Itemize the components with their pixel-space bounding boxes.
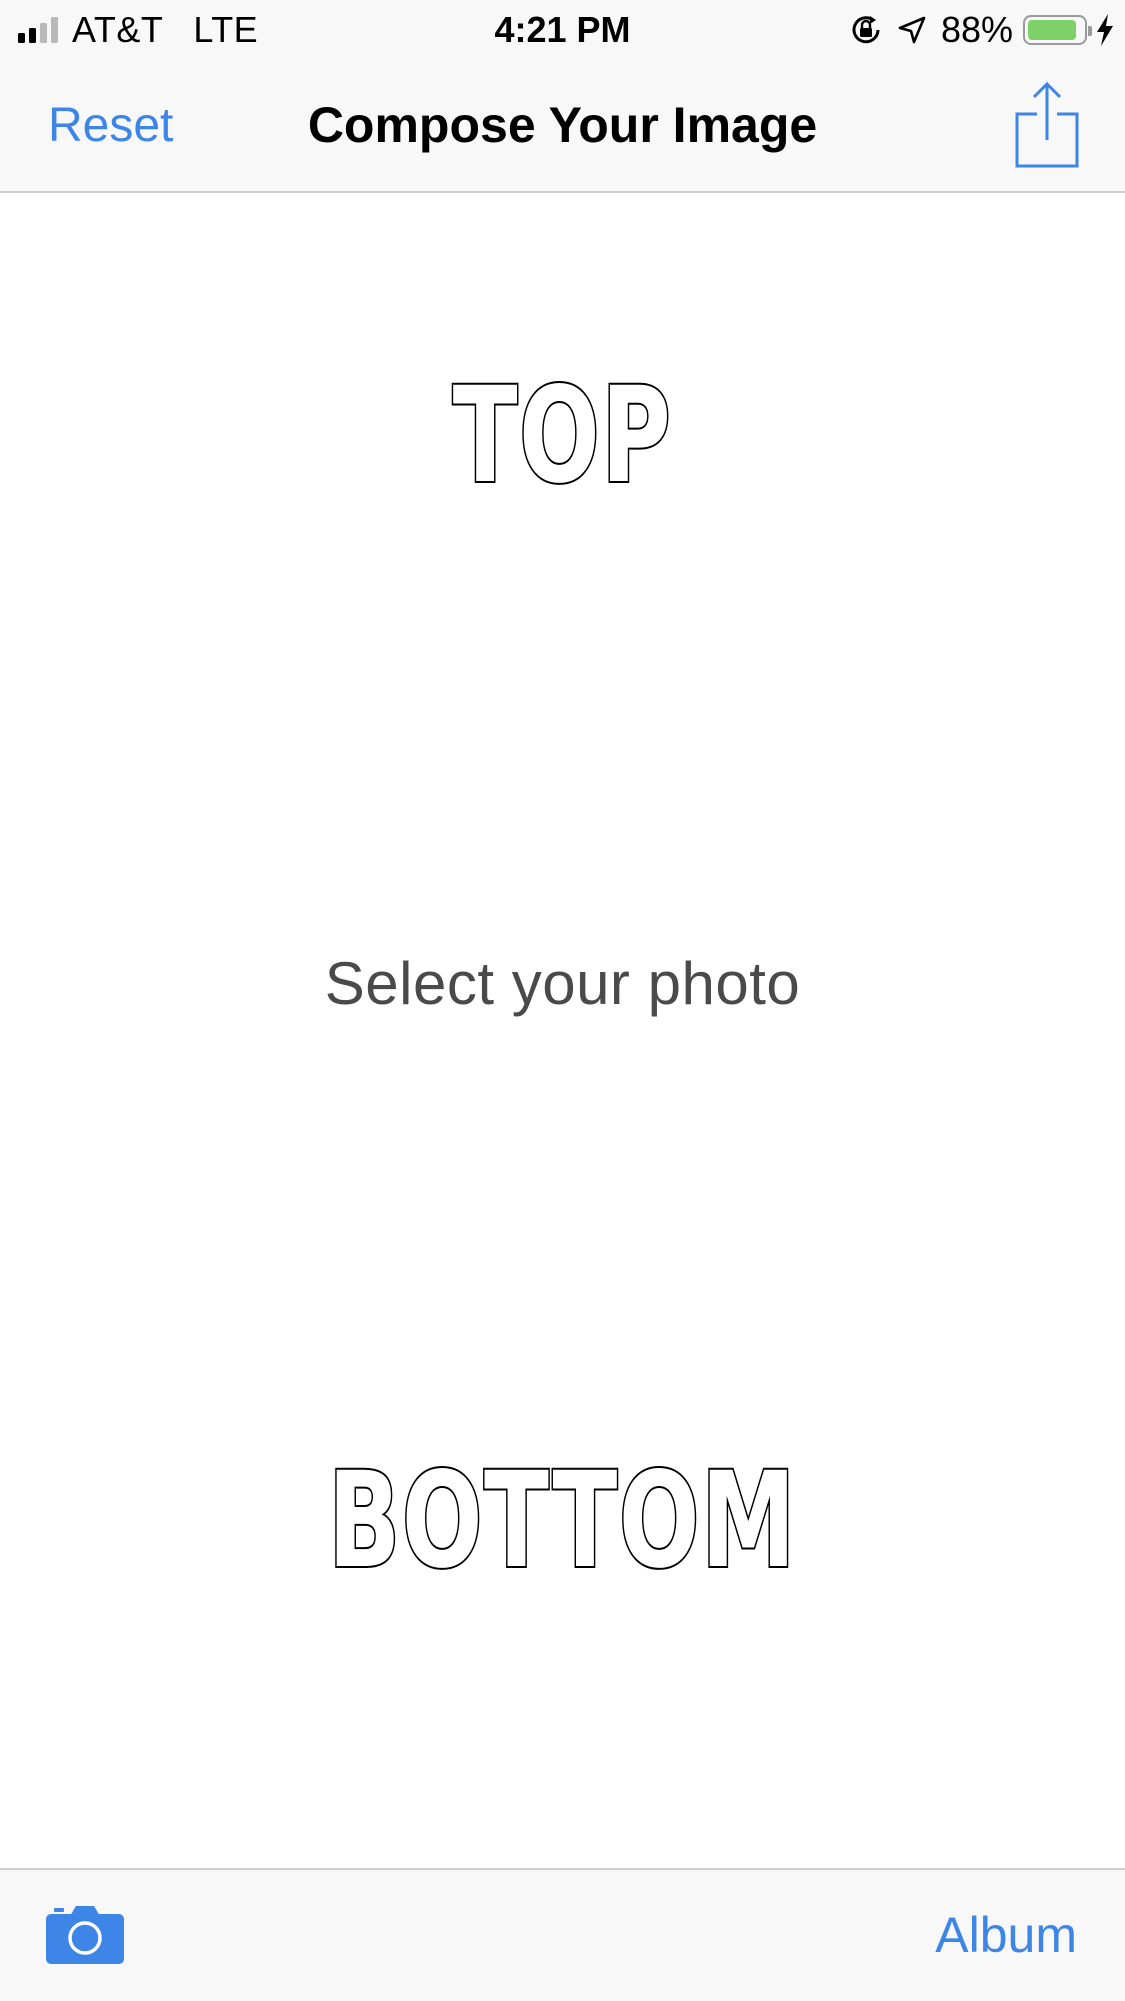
status-bar: AT&T LTE 4:21 PM 88% [0,0,1125,60]
top-caption[interactable]: TOP [157,368,967,504]
battery-icon [1023,15,1092,45]
navigation-bar: Reset Compose Your Image [0,60,1125,193]
status-right: 88% [849,8,1115,52]
reset-button[interactable]: Reset [48,60,173,191]
image-canvas[interactable]: TOP Select your photo BOTTOM [0,193,1125,1868]
bottom-caption[interactable]: BOTTOM [157,1453,967,1589]
orientation-lock-icon [849,13,883,47]
album-button[interactable]: Album [935,1870,1077,2001]
camera-icon[interactable] [46,1904,124,1964]
battery-percent: 88% [940,9,1013,50]
battery-fill [1028,20,1076,40]
location-arrow-icon [897,15,927,45]
select-photo-placeholder[interactable]: Select your photo [0,949,1125,1018]
share-icon[interactable] [1015,81,1079,168]
charging-bolt-icon [1095,13,1115,47]
bottom-toolbar: Album [0,1868,1125,2001]
